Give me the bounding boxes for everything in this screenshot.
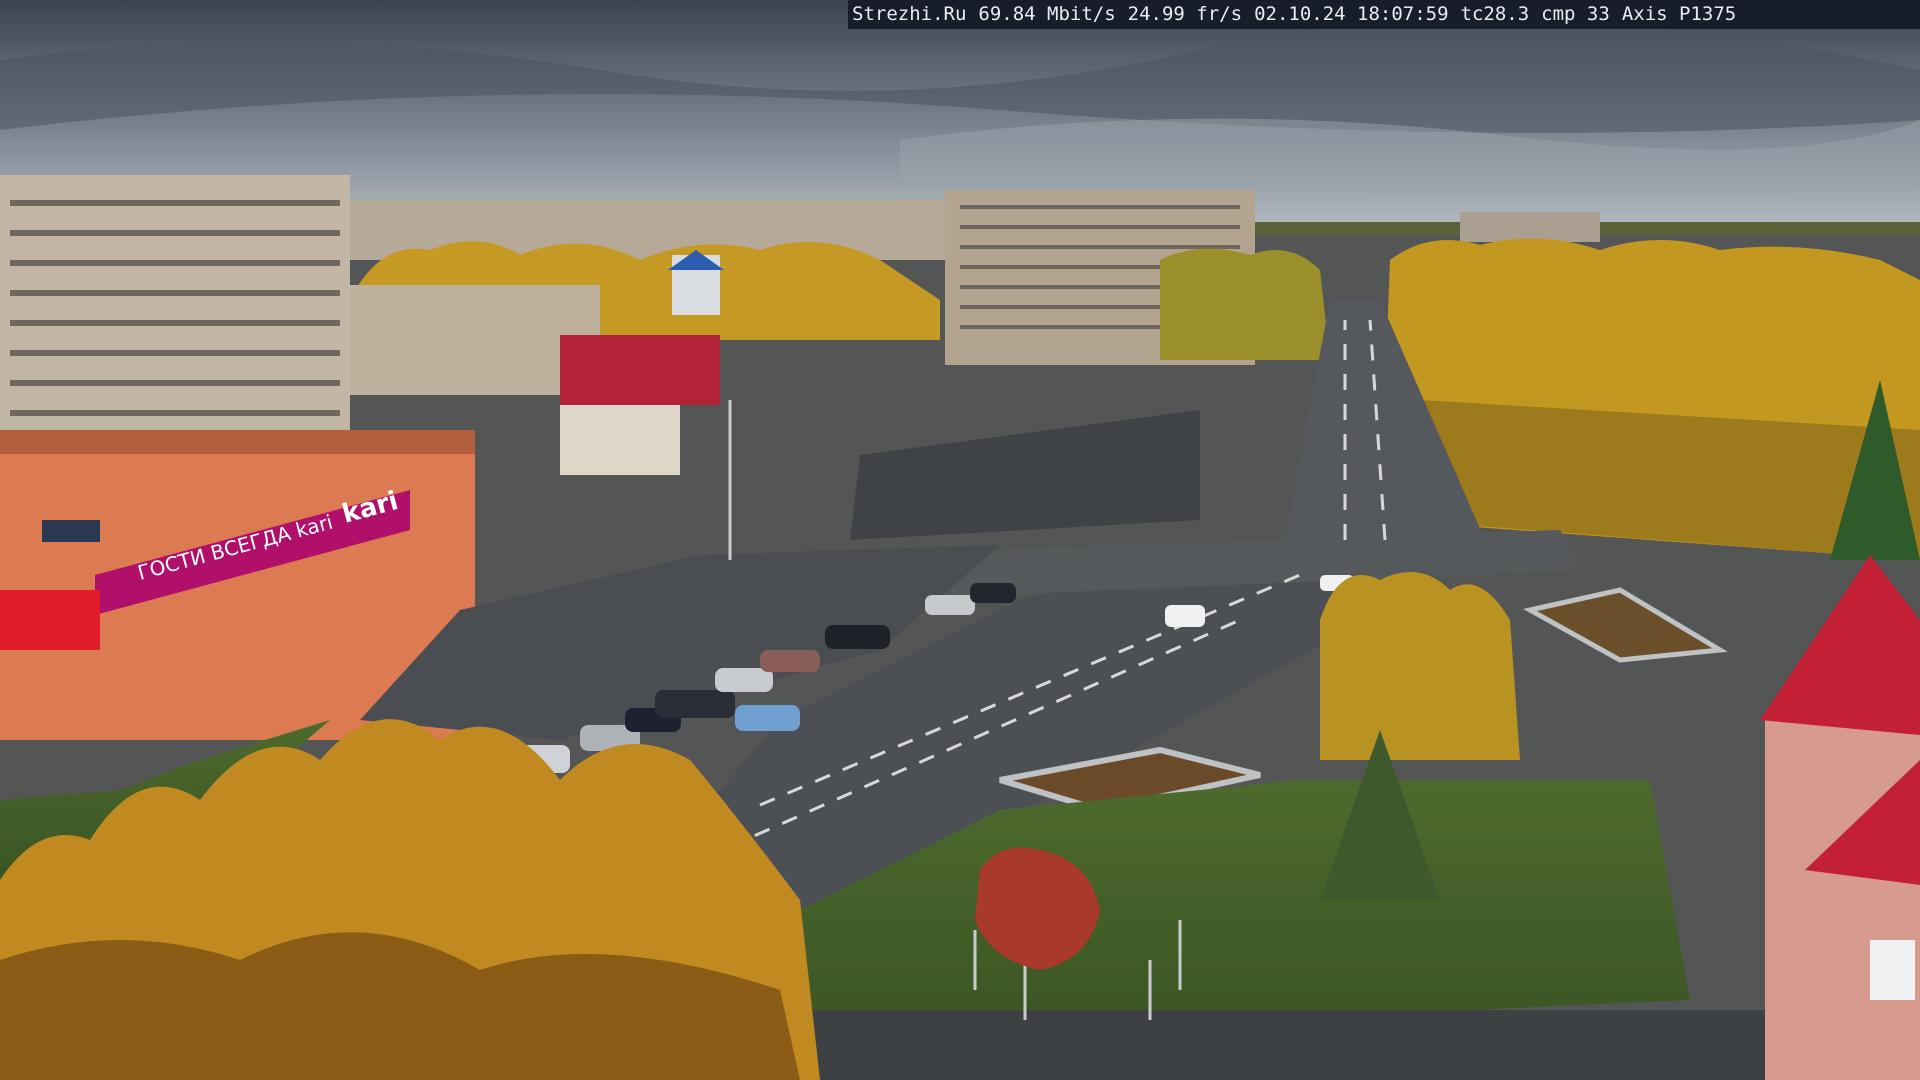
osd-site: Strezhi.Ru bbox=[852, 3, 967, 25]
island-trees bbox=[1320, 572, 1520, 760]
osd-camera: Axis P1375 bbox=[1621, 3, 1737, 25]
red-roof-building-wall bbox=[560, 405, 680, 475]
osd-datetime: 02.10.24 18:07:59 bbox=[1254, 3, 1449, 25]
webcam-scene: ГОСТИ ВСЕГДА kari kari bbox=[0, 0, 1920, 1080]
tree-row-mid bbox=[1160, 248, 1330, 360]
osd-cmp: cmp 33 bbox=[1541, 3, 1610, 25]
shop-sign bbox=[42, 520, 100, 542]
pink-building bbox=[1765, 720, 1920, 1080]
store-red-block bbox=[0, 590, 100, 650]
building-window bbox=[1870, 940, 1915, 1000]
camera-osd-bar: Strezhi.Ru 69.84 Mbit/s 24.99 fr/s 02.10.24… bbox=[848, 0, 1920, 29]
osd-bitrate: 69.84 Mbit/s bbox=[978, 3, 1116, 25]
osd-framerate: 24.99 fr/s bbox=[1127, 3, 1243, 25]
background-building bbox=[1460, 212, 1600, 242]
bottom-path bbox=[800, 1010, 1770, 1080]
store-roof bbox=[0, 430, 475, 454]
osd-tc: tc28.3 bbox=[1460, 3, 1530, 25]
red-roof-building bbox=[560, 335, 720, 405]
